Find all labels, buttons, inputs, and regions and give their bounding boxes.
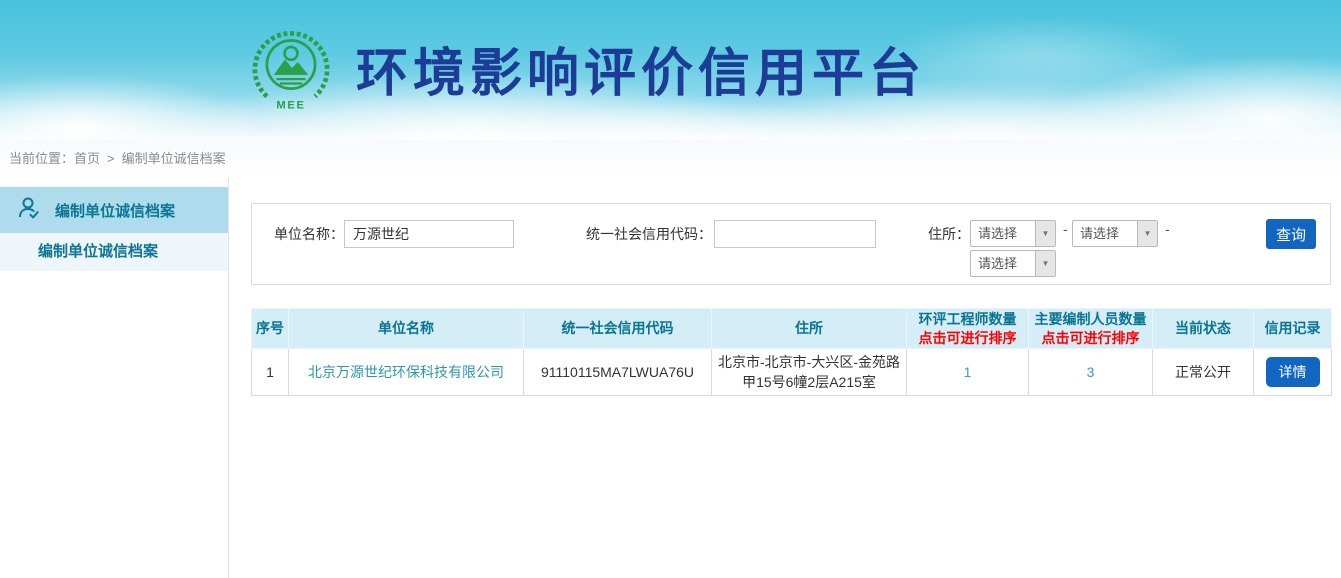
breadcrumb-home-link[interactable]: 首页 bbox=[74, 151, 100, 166]
mee-logo-icon: MEE bbox=[248, 25, 334, 111]
address-city-select[interactable]: 请选择 ▼ bbox=[1072, 220, 1158, 247]
search-panel: 单位名称： 统一社会信用代码： 住所： 请选择 ▼ - 请选择 ▼ - 请选择 … bbox=[251, 203, 1331, 285]
cell-engineer-count: 1 bbox=[907, 349, 1029, 396]
person-check-icon bbox=[16, 195, 42, 226]
sidebar: 编制单位诚信档案 编制单位诚信档案 bbox=[0, 178, 229, 578]
breadcrumb-current: 编制单位诚信档案 bbox=[122, 151, 226, 166]
credit-code-label: 统一社会信用代码： bbox=[572, 221, 712, 248]
sidebar-item-unit-credit-archive[interactable]: 编制单位诚信档案 bbox=[0, 187, 228, 233]
sidebar-item-label: 编制单位诚信档案 bbox=[55, 200, 175, 221]
table-header-row: 序号 单位名称 统一社会信用代码 住所 环评工程师数量 点击可进行排序 主要编制… bbox=[252, 309, 1332, 349]
unit-name-label: 单位名称： bbox=[274, 221, 344, 248]
col-header-credit-code: 统一社会信用代码 bbox=[524, 309, 712, 349]
staff-count-title: 主要编制人员数量 bbox=[1035, 311, 1147, 327]
address-dash: - bbox=[1063, 221, 1068, 237]
sort-hint[interactable]: 点击可进行排序 bbox=[909, 329, 1026, 348]
chevron-down-icon[interactable]: ▼ bbox=[1137, 221, 1157, 246]
col-header-engineer-count[interactable]: 环评工程师数量 点击可进行排序 bbox=[907, 309, 1029, 349]
staff-count-link[interactable]: 3 bbox=[1087, 364, 1095, 380]
results-table: 序号 单位名称 统一社会信用代码 住所 环评工程师数量 点击可进行排序 主要编制… bbox=[251, 308, 1332, 396]
content-area: 编制单位诚信档案 编制单位诚信档案 单位名称： 统一社会信用代码： 住所： 请选… bbox=[0, 178, 1341, 578]
breadcrumb-prefix: 当前位置： bbox=[9, 151, 74, 166]
address-province-select[interactable]: 请选择 ▼ bbox=[970, 220, 1056, 247]
address-label: 住所： bbox=[928, 221, 970, 248]
brand: MEE 环境影响评价信用平台 bbox=[248, 25, 926, 111]
chevron-down-icon[interactable]: ▼ bbox=[1035, 251, 1055, 276]
credit-code-input[interactable] bbox=[714, 220, 876, 248]
engineer-count-link[interactable]: 1 bbox=[964, 364, 972, 380]
site-title: 环境影响评价信用平台 bbox=[356, 31, 926, 106]
cell-credit-code: 91110115MA7LWUA76U bbox=[524, 349, 712, 396]
breadcrumb-separator: > bbox=[107, 151, 115, 166]
cell-index: 1 bbox=[252, 349, 289, 396]
address-district-select[interactable]: 请选择 ▼ bbox=[970, 250, 1056, 277]
breadcrumb: 当前位置：首页 > 编制单位诚信档案 bbox=[0, 140, 1341, 178]
col-header-status: 当前状态 bbox=[1153, 309, 1254, 349]
table-row: 1 北京万源世纪环保科技有限公司 91110115MA7LWUA76U 北京市-… bbox=[252, 349, 1332, 396]
col-header-credit-record: 信用记录 bbox=[1254, 309, 1332, 349]
chevron-down-icon[interactable]: ▼ bbox=[1035, 221, 1055, 246]
cell-address: 北京市-北京市-大兴区-金苑路甲15号6幢2层A215室 bbox=[712, 349, 907, 396]
svg-text:MEE: MEE bbox=[276, 99, 305, 111]
cell-credit-record: 详情 bbox=[1254, 349, 1332, 396]
cell-staff-count: 3 bbox=[1029, 349, 1153, 396]
sidebar-subitem-unit-credit-archive[interactable]: 编制单位诚信档案 bbox=[0, 233, 228, 271]
district-select-value: 请选择 bbox=[971, 251, 1035, 276]
cell-status: 正常公开 bbox=[1153, 349, 1254, 396]
query-button[interactable]: 查询 bbox=[1266, 219, 1316, 249]
col-header-staff-count[interactable]: 主要编制人员数量 点击可进行排序 bbox=[1029, 309, 1153, 349]
company-link[interactable]: 北京万源世纪环保科技有限公司 bbox=[308, 364, 504, 380]
main-panel: 单位名称： 统一社会信用代码： 住所： 请选择 ▼ - 请选择 ▼ - 请选择 … bbox=[251, 178, 1331, 578]
city-select-value: 请选择 bbox=[1073, 221, 1137, 246]
sort-hint[interactable]: 点击可进行排序 bbox=[1031, 329, 1150, 348]
engineer-count-title: 环评工程师数量 bbox=[919, 311, 1017, 327]
detail-button[interactable]: 详情 bbox=[1266, 357, 1320, 387]
unit-name-input[interactable] bbox=[344, 220, 514, 248]
province-select-value: 请选择 bbox=[971, 221, 1035, 246]
site-header: MEE 环境影响评价信用平台 bbox=[0, 0, 1341, 140]
col-header-address: 住所 bbox=[712, 309, 907, 349]
col-header-index: 序号 bbox=[252, 309, 289, 349]
cell-company: 北京万源世纪环保科技有限公司 bbox=[289, 349, 524, 396]
col-header-company: 单位名称 bbox=[289, 309, 524, 349]
address-dash: - bbox=[1165, 221, 1170, 237]
